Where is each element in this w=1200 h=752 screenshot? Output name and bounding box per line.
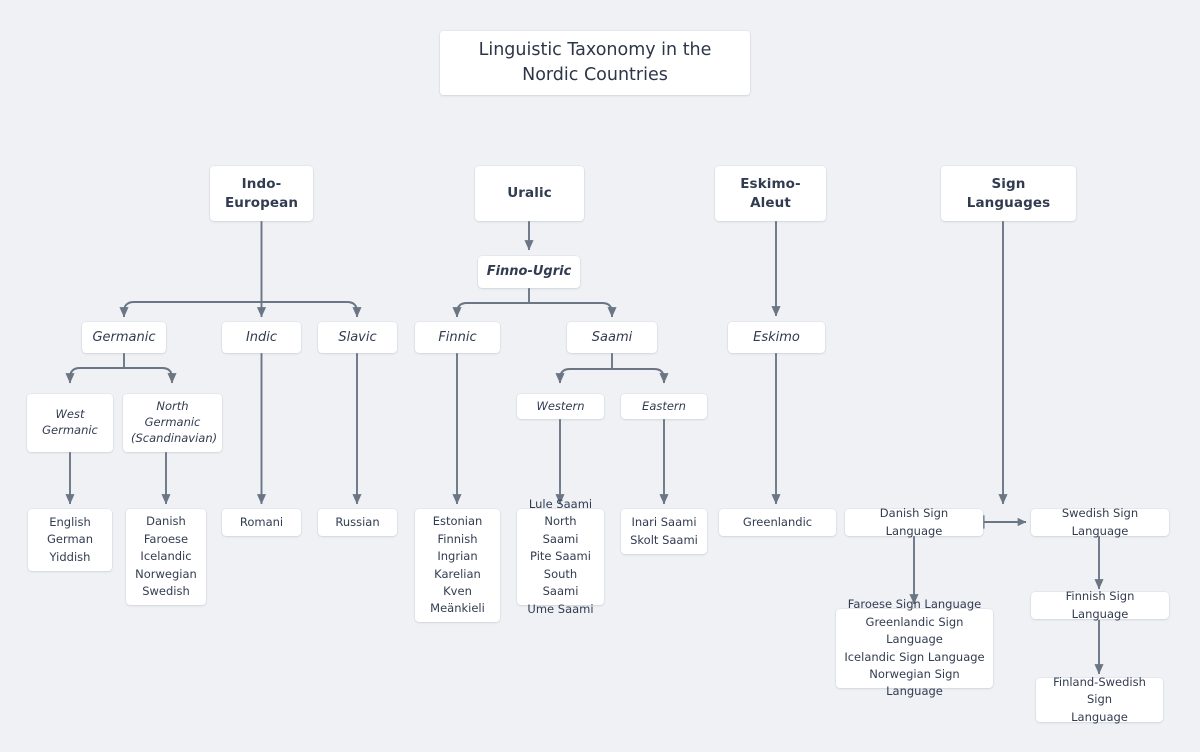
node-indic[interactable]: Indic [222,322,301,353]
node-finland-swedish-sign-language[interactable]: Finland-Swedish Sign Language [1036,675,1163,724]
node-indic-label: Indic [245,329,278,345]
edge-indoeuropean-to-germanic [119,301,262,318]
node-finland-swedish-sign-language-label: Finland-Swedish Sign Language [1053,674,1146,724]
node-danish-sign-derived-languages[interactable]: Faroese Sign Language Greenlandic Sign L… [836,597,993,698]
node-danish-sign-derived-languages-label: Faroese Sign Language Greenlandic Sign L… [844,597,985,699]
node-finnic-languages-label: Estonian Finnish Ingrian Karelian Kven M… [430,514,485,616]
node-finnic-languages[interactable]: Estonian Finnish Ingrian Karelian Kven M… [415,509,500,622]
node-slavic-label: Slavic [338,329,377,345]
node-finnish-sign-language[interactable]: Finnish Sign Language [1031,589,1169,621]
node-finno-ugric-label: Finno-Ugric [486,264,572,280]
node-uralic-label: Uralic [507,185,552,202]
diagram-title-label: Linguistic Taxonomy in the Nordic Countr… [478,39,712,85]
node-slavic-languages[interactable]: Russian [318,509,397,536]
connector-layer [65,221,1104,675]
node-finnish-sign-language-label: Finnish Sign Language [1065,589,1135,621]
node-saami[interactable]: Saami [567,322,657,353]
node-finnic-label: Finnic [438,329,477,345]
node-eastern-saami-languages[interactable]: Inari Saami Skolt Saami [621,509,707,554]
node-west-germanic[interactable]: West Germanic [27,394,113,452]
node-western-saami-languages[interactable]: Lule Saami North Saami Pite Saami South … [517,497,604,616]
edge-germanic-to-north [124,367,177,384]
node-eastern-saami-languages-label: Inari Saami Skolt Saami [630,515,698,547]
node-slavic[interactable]: Slavic [318,322,397,353]
node-eastern-saami-label: Eastern [642,398,686,413]
node-sign-languages[interactable]: Sign Languages [941,166,1076,221]
node-eskimo-languages[interactable]: Greenlandic [719,509,836,536]
node-eskimo-label: Eskimo [753,329,800,345]
node-west-germanic-label: West Germanic [42,407,98,437]
node-finno-ugric[interactable]: Finno-Ugric [478,256,580,288]
node-eskimo-languages-label: Greenlandic [742,514,813,529]
node-uralic[interactable]: Uralic [475,166,584,221]
node-indic-languages-label: Romani [239,514,284,529]
node-eastern-saami[interactable]: Eastern [621,394,707,419]
node-western-saami[interactable]: Western [517,394,604,419]
node-sign-languages-label: Sign Languages [966,175,1051,211]
node-indo-european-label: Indo- European [224,175,299,211]
node-slavic-languages-label: Russian [335,514,380,529]
node-germanic-label: Germanic [92,329,156,345]
node-saami-label: Saami [591,329,633,345]
node-finnic[interactable]: Finnic [415,322,500,353]
node-west-germanic-languages[interactable]: English German Yiddish [28,509,112,571]
edge-germanic-to-west [65,367,124,384]
node-west-germanic-languages-label: English German Yiddish [46,514,94,564]
diagram-canvas: Linguistic Taxonomy in the Nordic Countr… [0,0,1200,752]
edge-saami-to-western [555,368,612,384]
node-eskimo-aleut-label: Eskimo-Aleut [740,175,801,211]
node-swedish-sign-language[interactable]: Swedish Sign Language [1031,506,1169,538]
node-north-germanic-languages-label: Danish Faroese Icelandic Norwegian Swedi… [135,514,197,599]
node-western-saami-label: Western [536,398,585,413]
node-eskimo[interactable]: Eskimo [728,322,825,353]
node-indic-languages[interactable]: Romani [222,509,301,536]
node-germanic[interactable]: Germanic [82,322,166,353]
edge-saami-to-eastern [612,368,669,384]
node-western-saami-languages-label: Lule Saami North Saami Pite Saami South … [527,496,594,616]
node-swedish-sign-language-label: Swedish Sign Language [1061,506,1139,538]
node-north-germanic[interactable]: North Germanic (Scandinavian) [123,394,222,452]
node-north-germanic-languages[interactable]: Danish Faroese Icelandic Norwegian Swedi… [126,509,206,605]
edge-indoeuropean-to-slavic [261,301,362,318]
node-indo-european[interactable]: Indo- European [210,166,313,221]
node-danish-sign-language[interactable]: Danish Sign Language [845,506,983,538]
node-north-germanic-label: North Germanic (Scandinavian) [131,399,218,445]
edge-finnougric-to-finnic [452,302,529,318]
node-danish-sign-language-label: Danish Sign Language [879,506,949,538]
node-eskimo-aleut[interactable]: Eskimo-Aleut [715,166,826,221]
diagram-title: Linguistic Taxonomy in the Nordic Countr… [440,31,750,95]
edge-finnougric-to-saami [529,302,617,318]
